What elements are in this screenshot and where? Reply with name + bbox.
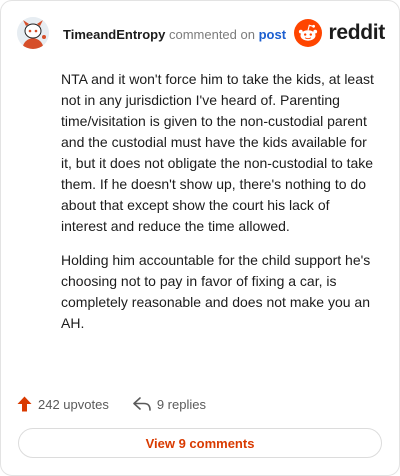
- avatar[interactable]: [17, 17, 49, 49]
- upvotes-stat[interactable]: 242 upvotes: [17, 396, 109, 412]
- reddit-snoo-icon: [294, 19, 323, 47]
- upvotes-count: 242 upvotes: [38, 396, 109, 412]
- replies-count: 9 replies: [156, 396, 206, 412]
- commented-on-text: commented on: [168, 27, 255, 42]
- comment-paragraph: NTA and it won't force him to take the k…: [61, 71, 374, 234]
- reddit-wordmark: reddit: [328, 21, 385, 44]
- reply-arrow-icon: [133, 397, 151, 411]
- comment-header: TimeandEntropy commented on post reddit: [17, 15, 385, 53]
- post-link[interactable]: post: [259, 27, 286, 42]
- author-name[interactable]: TimeandEntropy: [63, 27, 165, 42]
- reddit-logo[interactable]: reddit: [294, 19, 385, 47]
- replies-stat[interactable]: 9 replies: [133, 397, 206, 412]
- comment-byline: TimeandEntropy commented on post: [63, 27, 286, 42]
- comment-card: TimeandEntropy commented on post reddit …: [0, 0, 400, 476]
- view-comments-button[interactable]: View 9 comments: [18, 428, 382, 458]
- comment-body: NTA and it won't force him to take the k…: [61, 69, 377, 347]
- comment-stats: 242 upvotes 9 replies: [17, 393, 230, 415]
- upvote-arrow-icon: [17, 396, 32, 412]
- comment-paragraph: Holding him accountable for the child su…: [61, 252, 371, 331]
